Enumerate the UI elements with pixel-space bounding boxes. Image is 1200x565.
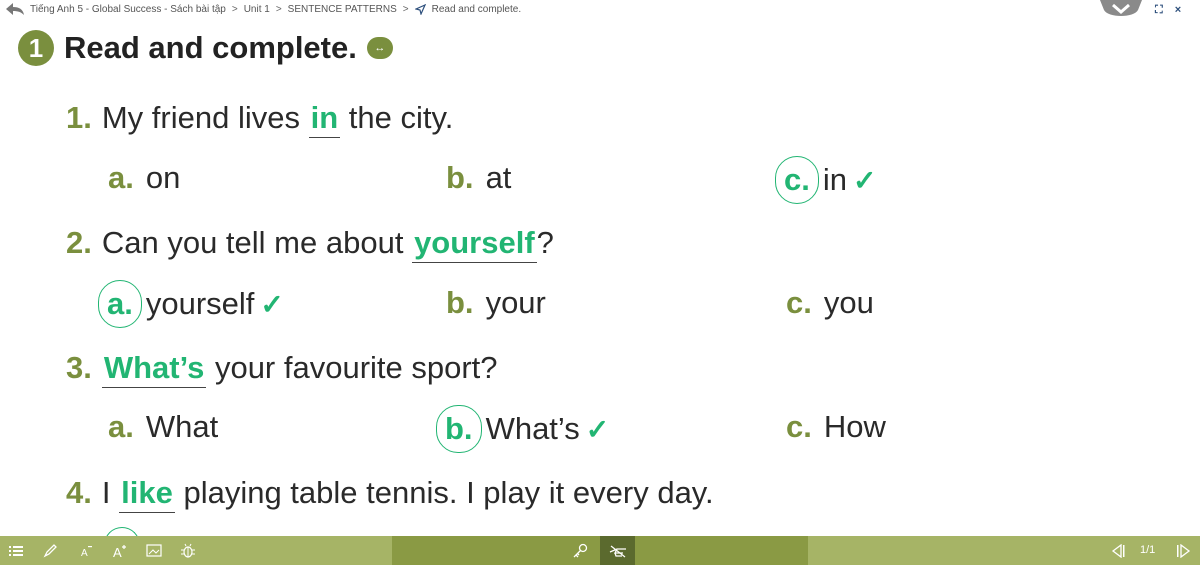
question-text-after: playing table tennis. I play it every da… (183, 475, 714, 510)
question-number: 3. (66, 350, 92, 385)
breadcrumb-item-section[interactable]: SENTENCE PATTERNS (288, 4, 397, 15)
check-icon: ✓ (585, 413, 610, 445)
question-text-after: the city. (348, 100, 454, 135)
option-letter: a. (108, 160, 134, 195)
close-icon[interactable]: × (1175, 4, 1181, 17)
pen-icon[interactable] (40, 536, 60, 565)
breadcrumb-separator: > (402, 3, 409, 15)
option-1b[interactable]: b. at (446, 160, 511, 196)
breadcrumb-separator: > (231, 3, 238, 15)
option-text: yourself (145, 286, 255, 321)
question-4: 4. I like playing table tennis. I play it… (66, 475, 714, 513)
question-number: 2. (66, 225, 92, 260)
bug-icon[interactable] (178, 536, 198, 565)
answer-blank[interactable]: like (119, 475, 175, 513)
question-1: 1. My friend lives in the city. (66, 100, 454, 138)
question-3: 3. What’s your favourite sport? (66, 350, 498, 388)
question-2: 2. Can you tell me about yourself? (66, 225, 554, 263)
breadcrumb-item-book[interactable]: Tiếng Anh 5 - Global Success - Sách bài … (30, 4, 226, 15)
option-2b[interactable]: b. your (446, 285, 546, 321)
bottom-toolbar: A A 1/1 (0, 536, 1200, 565)
option-text: What’s (485, 411, 580, 446)
question-text-before: Can you tell me about (101, 225, 404, 260)
exercise-header: 1 Read and complete. ↔ (18, 30, 393, 66)
option-text: at (485, 160, 512, 195)
page-indicator: 1/1 (1140, 544, 1156, 556)
option-2c[interactable]: c. you (786, 285, 874, 321)
check-icon: ✓ (853, 164, 877, 196)
key-icon[interactable] (570, 536, 590, 565)
option-letter: c. (775, 156, 819, 204)
swap-arrows-icon[interactable]: ↔ (366, 37, 393, 59)
font-decrease-icon[interactable]: A (76, 536, 96, 565)
option-text: your (485, 285, 546, 320)
option-text: on (145, 160, 181, 195)
option-letter: a. (98, 280, 142, 328)
exercise-number-badge: 1 (18, 30, 54, 66)
option-1c-selected[interactable]: c. in ✓ (775, 156, 876, 204)
question-number: 1. (66, 100, 92, 135)
send-icon (414, 3, 426, 15)
option-letter: c. (786, 285, 812, 320)
answer-blank[interactable]: yourself (412, 225, 537, 263)
image-frame-icon[interactable] (144, 536, 164, 565)
top-bar: Tiếng Anh 5 - Global Success - Sách bài … (0, 0, 1200, 22)
svg-text:A: A (81, 548, 88, 558)
breadcrumb: Tiếng Anh 5 - Global Success - Sách bài … (6, 3, 521, 15)
option-3b-selected[interactable]: b. What’s ✓ (436, 405, 609, 453)
option-letter: a. (108, 409, 134, 444)
answer-blank[interactable]: What’s (101, 350, 207, 388)
option-3c[interactable]: c. How (786, 409, 886, 445)
answer-blank[interactable]: in (308, 100, 341, 138)
option-text: How (823, 409, 886, 444)
question-text-before: I (101, 475, 111, 510)
question-text-after: your favourite sport? (214, 350, 498, 385)
option-letter: b. (436, 405, 482, 453)
option-letter: b. (446, 285, 474, 320)
hand-pointer-icon[interactable] (600, 536, 635, 565)
option-2a-selected[interactable]: a. yourself ✓ (98, 280, 284, 328)
option-text: What (145, 409, 219, 444)
question-number: 4. (66, 475, 92, 510)
window-controls: ⛶ × (1155, 4, 1181, 17)
breadcrumb-item-unit[interactable]: Unit 1 (244, 4, 270, 15)
check-icon: ✓ (260, 288, 284, 320)
fullscreen-icon[interactable]: ⛶ (1155, 4, 1163, 17)
option-text: you (823, 285, 874, 320)
breadcrumb-separator: > (275, 3, 282, 15)
svg-text:A: A (113, 545, 122, 558)
option-letter: b. (446, 160, 474, 195)
next-page-icon[interactable] (1174, 536, 1194, 565)
question-text-after: ? (536, 225, 554, 260)
option-letter: c. (786, 409, 812, 444)
font-increase-icon[interactable]: A (110, 536, 130, 565)
question-text-before: My friend lives (101, 100, 300, 135)
option-3a[interactable]: a. What (108, 409, 218, 445)
back-arrow-icon[interactable] (6, 3, 24, 15)
option-text: in (822, 162, 847, 197)
breadcrumb-item-current: Read and complete. (431, 3, 522, 15)
collapse-tab-chevron-down-icon[interactable] (1100, 0, 1142, 20)
option-1a[interactable]: a. on (108, 160, 180, 196)
previous-page-icon[interactable] (1108, 536, 1128, 565)
menu-list-icon[interactable] (6, 536, 26, 565)
exercise-title: Read and complete. (64, 30, 357, 65)
